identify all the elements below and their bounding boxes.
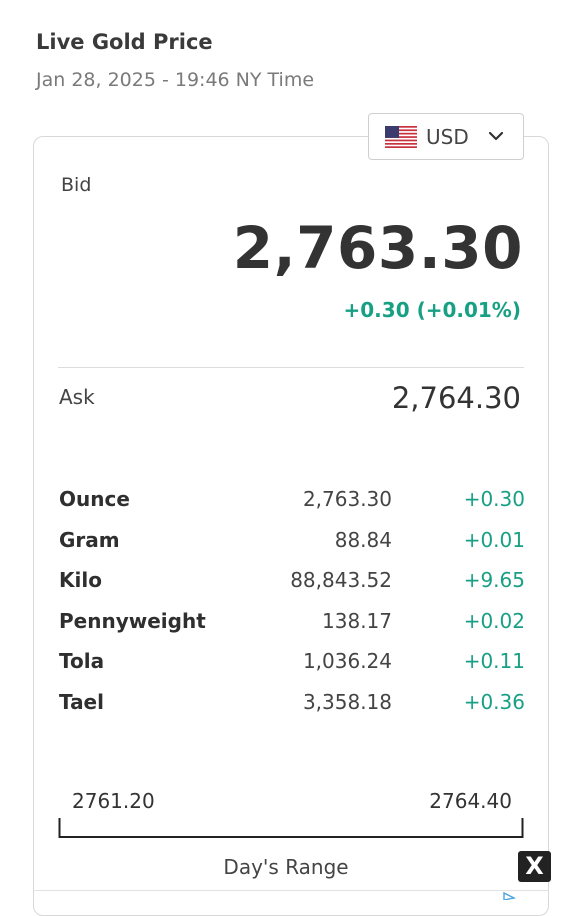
days-range-caption: Day's Range — [223, 855, 349, 879]
unit-row-kilo: Kilo 88,843.52 +9.65 — [59, 562, 525, 603]
divider — [33, 890, 549, 891]
page-title: Live Gold Price — [36, 30, 213, 54]
unit-name: Pennyweight — [59, 608, 206, 633]
unit-price-table: Ounce 2,763.30 +0.30 Gram 88.84 +0.01 Ki… — [59, 481, 525, 724]
unit-price: 138.17 — [322, 608, 392, 633]
us-flag-icon — [385, 126, 417, 148]
currency-label: USD — [426, 125, 469, 149]
bid-price: 2,763.30 — [232, 214, 523, 282]
unit-name: Ounce — [59, 487, 130, 511]
unit-name: Tael — [59, 689, 104, 714]
unit-change: +0.01 — [463, 527, 525, 552]
unit-name: Kilo — [59, 568, 102, 592]
unit-price: 3,358.18 — [302, 689, 392, 714]
ask-price: 2,764.30 — [391, 381, 521, 415]
unit-name: Gram — [59, 527, 120, 552]
unit-name: Tola — [59, 649, 105, 673]
unit-row-gram: Gram 88.84 +0.01 — [59, 522, 525, 563]
timestamp: Jan 28, 2025 - 19:46 NY Time — [36, 69, 315, 91]
days-range-low: 2761.20 — [72, 789, 155, 813]
unit-change: +0.36 — [463, 689, 525, 714]
ask-label: Ask — [59, 385, 95, 409]
unit-row-tael: Tael 3,358.18 +0.36 — [59, 684, 525, 725]
days-range-high: 2764.40 — [429, 789, 512, 813]
unit-row-tola: Tola 1,036.24 +0.11 — [59, 643, 525, 684]
unit-price: 2,763.30 — [302, 487, 392, 511]
currency-dropdown[interactable]: USD — [368, 113, 524, 160]
bid-change: +0.30 (+0.01%) — [343, 298, 522, 322]
divider — [58, 367, 524, 368]
unit-price: 1,036.24 — [302, 649, 392, 673]
chevron-down-icon — [488, 131, 504, 141]
bid-label: Bid — [61, 174, 92, 196]
unit-change: +0.30 — [463, 487, 525, 511]
unit-price: 88.84 — [334, 527, 392, 552]
unit-row-ounce: Ounce 2,763.30 +0.30 — [59, 481, 525, 522]
ad-choices-icon[interactable] — [501, 892, 517, 900]
unit-row-pennyweight: Pennyweight 138.17 +0.02 — [59, 603, 525, 644]
unit-change: +0.11 — [463, 649, 525, 673]
unit-price: 88,843.52 — [290, 568, 392, 592]
days-range-bar — [58, 818, 524, 838]
unit-change: +0.02 — [463, 608, 525, 633]
unit-change: +9.65 — [463, 568, 525, 592]
close-ad-button[interactable]: X — [518, 851, 551, 882]
